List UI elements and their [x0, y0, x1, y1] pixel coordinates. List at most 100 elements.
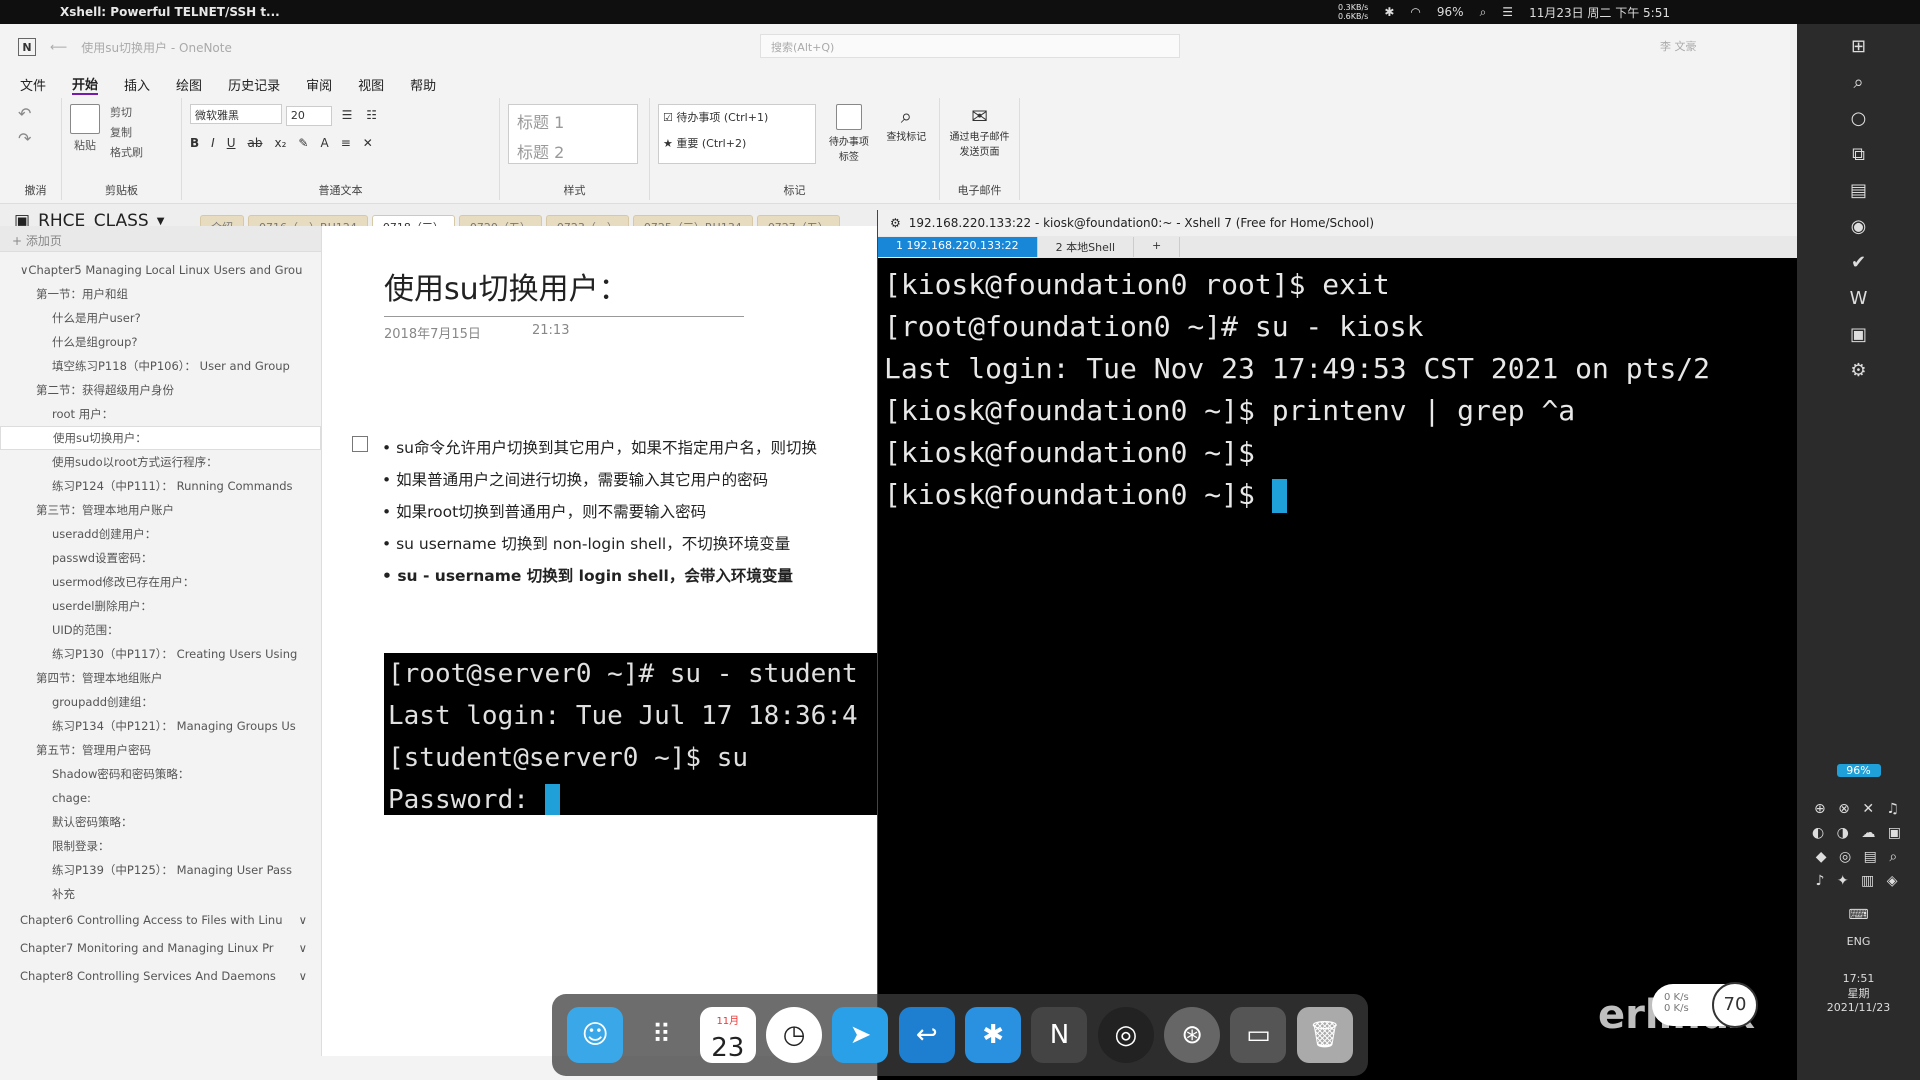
section-item[interactable]: 第四节：管理本地组账户	[0, 666, 321, 690]
important-tag[interactable]: ★ 重要 (Ctrl+2)	[663, 135, 811, 151]
cut-button[interactable]: 剪切	[110, 104, 143, 120]
trash-icon[interactable]: 🗑	[1296, 1007, 1353, 1063]
page-item[interactable]: 什么是用户user?	[0, 306, 321, 330]
page-item[interactable]: chage:	[0, 786, 321, 810]
copy-button[interactable]: 复制	[110, 124, 143, 140]
format-painter-button[interactable]: 格式刷	[110, 144, 143, 160]
spotlight-search-icon[interactable]: ⌕	[1480, 5, 1487, 20]
bullet-item[interactable]: su username 切换到 non-login shell，不切换环境变量	[382, 528, 882, 560]
calendar-icon[interactable]: 11月 23	[699, 1007, 756, 1063]
section-item[interactable]: 第三节：管理本地用户账户	[0, 498, 321, 522]
battery-percent[interactable]: 96%	[1437, 5, 1464, 19]
chapter-item[interactable]: ∨ Chapter5 Managing Local Linux Users an…	[0, 258, 321, 282]
xshell-tab-ssh[interactable]: 1 192.168.220.133:22	[878, 237, 1038, 257]
settings-icon[interactable]: ⚙	[1844, 360, 1874, 384]
section-item[interactable]: 第五节：管理用户密码	[0, 738, 321, 762]
windows-start-icon[interactable]: ⊞	[1844, 36, 1874, 60]
menu-view[interactable]: 视图	[358, 75, 384, 94]
menu-file[interactable]: 文件	[20, 75, 46, 94]
font-color-icon[interactable]: A	[320, 136, 328, 150]
keyboard-icon[interactable]: ⌨	[1797, 907, 1920, 923]
page-item[interactable]: 练习P139（中P125）： Managing User Pass	[0, 858, 321, 882]
search-input[interactable]: 搜索(Alt+Q)	[760, 34, 1180, 58]
bullets-icon[interactable]: ☰	[342, 108, 353, 122]
star-icon[interactable]: ✱	[965, 1007, 1022, 1063]
page-item[interactable]: useradd创建用户：	[0, 522, 321, 546]
feishu-icon[interactable]: ➤	[832, 1007, 889, 1063]
obs-icon[interactable]: ◎	[1097, 1007, 1154, 1063]
page-item[interactable]: 练习P130（中P117）： Creating Users Using	[0, 642, 321, 666]
collapsed-chapter[interactable]: Chapter6 Controlling Access to Files wit…	[0, 906, 321, 934]
browser-icon[interactable]: ◉	[1844, 216, 1874, 240]
app-icon[interactable]: ▣	[1844, 324, 1874, 348]
page-item[interactable]: 什么是组group?	[0, 330, 321, 354]
page-item[interactable]: groupadd创建组：	[0, 690, 321, 714]
xshell-tab-local[interactable]: 2 本地Shell	[1038, 237, 1135, 257]
bold-icon[interactable]: B	[190, 136, 199, 150]
page-item[interactable]: 限制登录：	[0, 834, 321, 858]
back-icon[interactable]: ⟵	[50, 40, 67, 54]
todo-app-icon[interactable]: ✔	[1844, 252, 1874, 276]
menu-draw[interactable]: 绘图	[176, 75, 202, 94]
task-view-icon[interactable]: ⧉	[1844, 144, 1874, 168]
steering-icon[interactable]: ⊛	[1164, 1007, 1221, 1063]
redo-icon[interactable]: ↷	[18, 129, 53, 148]
page-item[interactable]: userdel删除用户：	[0, 594, 321, 618]
page-item[interactable]: 使用su切换用户：	[0, 426, 321, 450]
style-heading2[interactable]: 标题 2	[517, 139, 629, 163]
wifi-icon[interactable]: ◠	[1410, 5, 1420, 19]
menu-review[interactable]: 审阅	[306, 75, 332, 94]
page-item[interactable]: 练习P134（中P121）： Managing Groups Us	[0, 714, 321, 738]
italic-icon[interactable]: I	[211, 136, 215, 150]
highlight-icon[interactable]: ✎	[298, 136, 308, 150]
onenote-icon[interactable]: N	[1031, 1007, 1088, 1063]
cortana-icon[interactable]: ○	[1844, 108, 1874, 132]
todo-tag-button[interactable]: 待办事项标签	[824, 104, 873, 164]
collapsed-chapter[interactable]: Chapter7 Monitoring and Managing Linux P…	[0, 934, 321, 962]
menu-history[interactable]: 历史记录	[228, 75, 280, 94]
page-item[interactable]: 使用sudo以root方式运行程序：	[0, 450, 321, 474]
tray-icons[interactable]: ⊕ ⊗ ✕ ♫ ◐ ◑ ☁ ▣ ◆ ◎ ▤ ⌕ ♪ ✦ ▥ ◈	[1797, 797, 1920, 893]
chevron-down-icon[interactable]: ∨	[299, 941, 307, 955]
battery-indicator[interactable]: 96%	[1836, 764, 1881, 777]
find-tags-button[interactable]: ⌕ 查找标记	[882, 104, 931, 164]
terminal-output[interactable]: [kiosk@foundation0 root]$ exit [root@foun…	[878, 258, 1797, 522]
add-page-button[interactable]: + 添加页	[0, 226, 321, 252]
todo-tag[interactable]: ☑ 待办事项 (Ctrl+1)	[663, 109, 811, 125]
word-icon[interactable]: W	[1844, 288, 1874, 312]
email-page-button[interactable]: ✉ 通过电子邮件发送页面	[948, 104, 1011, 158]
underline-icon[interactable]: U	[227, 136, 236, 150]
strikethrough-icon[interactable]: ab	[248, 136, 263, 150]
screen-icon[interactable]: ↩	[898, 1007, 955, 1063]
font-size-select[interactable]: 20	[285, 106, 332, 126]
page-item[interactable]: passwd设置密码：	[0, 546, 321, 570]
page-item[interactable]: 填空练习P118（中P106）： User and Group	[0, 354, 321, 378]
active-app-title[interactable]: Xshell: Powerful TELNET/SSH t...	[60, 5, 280, 19]
page-title[interactable]: 使用su切换用户：	[384, 264, 744, 317]
finder-icon[interactable]: ☺	[567, 1007, 624, 1063]
styles-gallery[interactable]: 标题 1 标题 2	[508, 104, 638, 164]
page-item[interactable]: 补充	[0, 882, 321, 906]
page-item[interactable]: UID的范围：	[0, 618, 321, 642]
launchpad-icon[interactable]: ⠿	[633, 1007, 689, 1063]
chevron-down-icon[interactable]: ∨	[299, 913, 307, 927]
expand-icon[interactable]: ∨	[20, 263, 28, 277]
align-icon[interactable]: ≡	[341, 136, 351, 150]
bullet-item[interactable]: su - username 切换到 login shell，会带入环境变量	[382, 560, 882, 592]
menu-home[interactable]: 开始	[72, 74, 99, 95]
bullet-item[interactable]: 如果普通用户之间进行切换，需要输入其它用户的密码	[382, 464, 882, 496]
page-item[interactable]: root 用户：	[0, 402, 321, 426]
font-name-select[interactable]: 微软雅黑	[190, 104, 282, 124]
undo-icon[interactable]: ↶	[18, 104, 53, 123]
language-indicator[interactable]: ENG	[1797, 935, 1920, 948]
section-item[interactable]: 第一节：用户和组	[0, 282, 321, 306]
menu-help[interactable]: 帮助	[410, 75, 436, 94]
page-item[interactable]: 练习P124（中P111）： Running Commands	[0, 474, 321, 498]
bluetooth-icon[interactable]: ✱	[1384, 5, 1394, 19]
presentation-icon[interactable]: ▭	[1230, 1007, 1287, 1063]
chevron-down-icon[interactable]: ∨	[299, 969, 307, 983]
user-name[interactable]: 李 文豪	[1660, 38, 1697, 54]
bullet-item[interactable]: 如果root切换到普通用户，则不需要输入密码	[382, 496, 882, 528]
search-icon[interactable]: ⌕	[1844, 72, 1874, 96]
numbering-icon[interactable]: ☷	[366, 108, 377, 122]
